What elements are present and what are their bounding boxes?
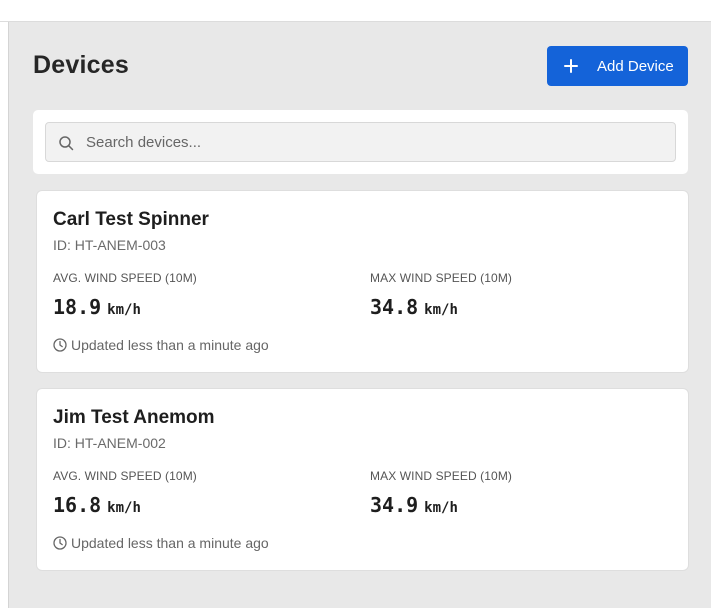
search-icon	[59, 136, 74, 151]
clock-icon	[53, 536, 67, 550]
top-bar	[0, 0, 711, 22]
avg-wind-unit: km/h	[107, 302, 141, 318]
search-box[interactable]	[45, 122, 676, 162]
add-device-label: Add Device	[597, 57, 674, 75]
avg-wind-value: 18.9 km/h	[53, 295, 141, 319]
max-wind-value: 34.9 km/h	[370, 493, 458, 517]
max-wind-number: 34.9	[370, 493, 419, 517]
max-wind-label: MAX WIND SPEED (10M)	[370, 271, 513, 285]
updated-status: Updated less than a minute ago	[53, 337, 269, 353]
search-input[interactable]	[86, 123, 671, 161]
device-id: ID: HT-ANEM-002	[53, 435, 166, 451]
page-title: Devices	[33, 51, 129, 79]
device-name: Jim Test Anemom	[53, 407, 215, 428]
avg-wind-label: AVG. WIND SPEED (10M)	[53, 271, 197, 285]
updated-text: Updated less than a minute ago	[71, 535, 269, 551]
search-card	[33, 110, 688, 174]
clock-icon	[53, 338, 67, 352]
sidebar-edge	[0, 22, 9, 608]
avg-wind-number: 16.8	[53, 493, 102, 517]
max-wind-label: MAX WIND SPEED (10M)	[370, 469, 513, 483]
main-content: Devices Add Device Carl Test Spinner ID:…	[9, 22, 711, 608]
avg-wind-value: 16.8 km/h	[53, 493, 141, 517]
max-wind-unit: km/h	[424, 302, 458, 318]
add-device-button[interactable]: Add Device	[547, 46, 688, 86]
avg-wind-unit: km/h	[107, 500, 141, 516]
updated-text: Updated less than a minute ago	[71, 337, 269, 353]
updated-status: Updated less than a minute ago	[53, 535, 269, 551]
device-card[interactable]: Carl Test Spinner ID: HT-ANEM-003 AVG. W…	[37, 191, 688, 372]
avg-wind-label: AVG. WIND SPEED (10M)	[53, 469, 197, 483]
device-name: Carl Test Spinner	[53, 209, 209, 230]
max-wind-number: 34.8	[370, 295, 419, 319]
device-id: ID: HT-ANEM-003	[53, 237, 166, 253]
plus-icon	[564, 59, 578, 73]
avg-wind-number: 18.9	[53, 295, 102, 319]
device-card[interactable]: Jim Test Anemom ID: HT-ANEM-002 AVG. WIN…	[37, 389, 688, 570]
max-wind-value: 34.8 km/h	[370, 295, 458, 319]
max-wind-unit: km/h	[424, 500, 458, 516]
